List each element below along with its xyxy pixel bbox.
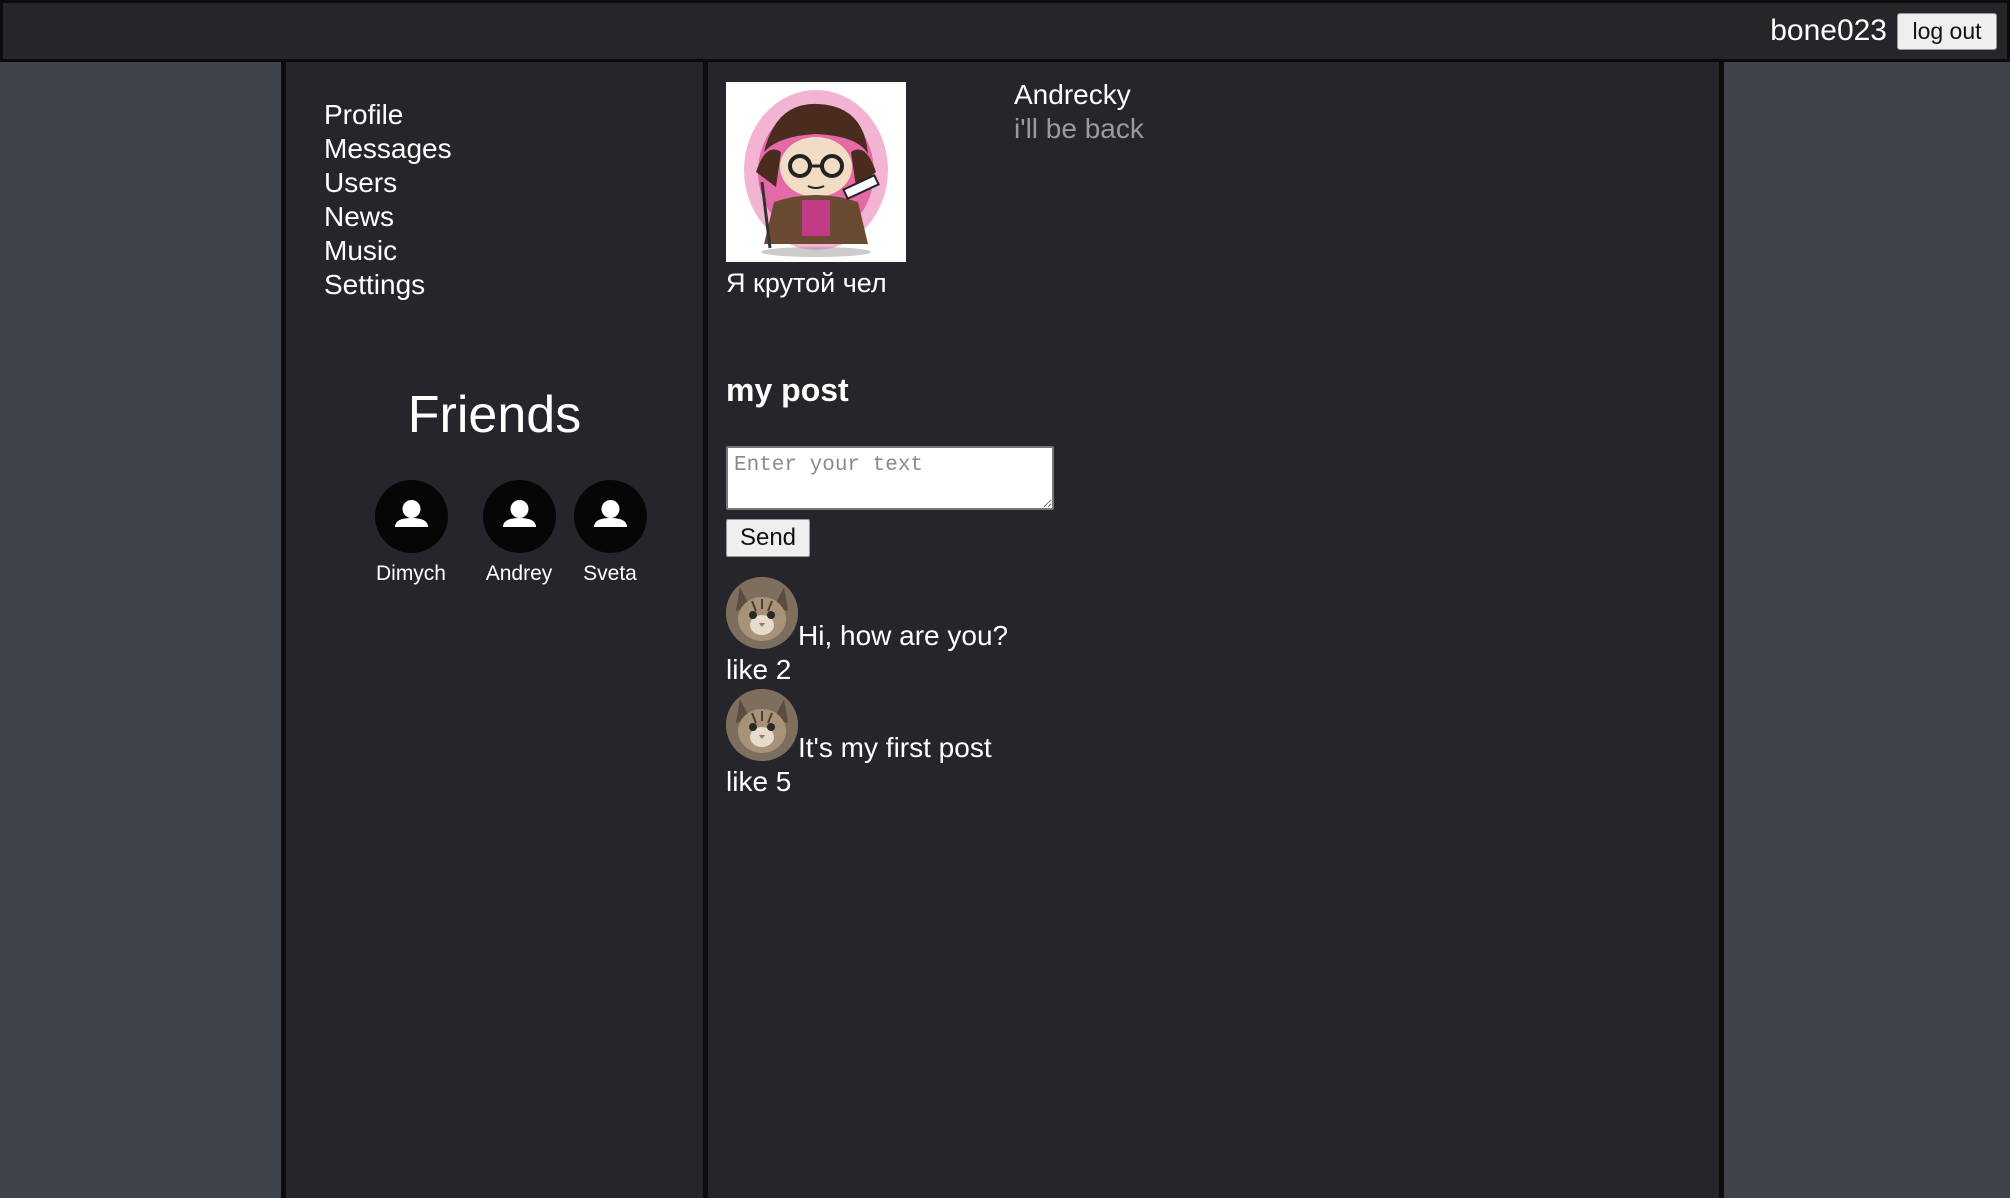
nav-item-messages[interactable]: Messages [324,132,452,166]
profile-status[interactable]: i'll be back [1014,112,1144,146]
username: bone023 [1770,14,1887,47]
post-text: Hi, how are you? [798,620,1009,651]
sidebar-nav: Profile Messages Users News Music Settin… [324,98,452,302]
cat-avatar-icon [726,689,798,761]
post-text: It's my first post [798,732,992,763]
main-content: Я крутой чел Andrecky i'll be back my po… [708,62,1719,1198]
nav-item-music[interactable]: Music [324,234,452,268]
profile-avatar [726,82,906,262]
friend-name: Dimych [375,562,446,585]
new-post-input[interactable] [726,446,1054,510]
friend-item-sveta[interactable]: Sveta [565,480,655,587]
sidebar: Profile Messages Users News Music Settin… [286,62,703,1198]
post-likes[interactable]: like 5 [726,765,791,799]
user-icon [374,480,448,553]
profile-bio: Я крутой чел [726,268,887,298]
nav-item-profile[interactable]: Profile [324,98,452,132]
top-header: bone023 log out [0,0,2010,62]
posts-title: my post [726,372,849,408]
nav-item-news[interactable]: News [324,200,452,234]
logout-button[interactable]: log out [1897,13,1997,50]
user-icon [482,480,556,553]
friend-item-andrey[interactable]: Andrey [464,480,574,587]
nav-item-users[interactable]: Users [324,166,452,200]
send-button[interactable]: Send [726,519,810,557]
friend-name: Sveta [583,562,637,585]
friend-name: Andrey [485,562,553,585]
friends-title: Friends [407,386,582,444]
content-right-border [1719,62,1724,1198]
nav-item-settings[interactable]: Settings [324,268,452,302]
cat-avatar-icon [726,577,798,649]
post-likes[interactable]: like 2 [726,653,791,687]
user-icon [573,480,647,553]
profile-name: Andrecky [1014,79,1131,110]
friend-item-dimych[interactable]: Dimych [356,480,466,587]
